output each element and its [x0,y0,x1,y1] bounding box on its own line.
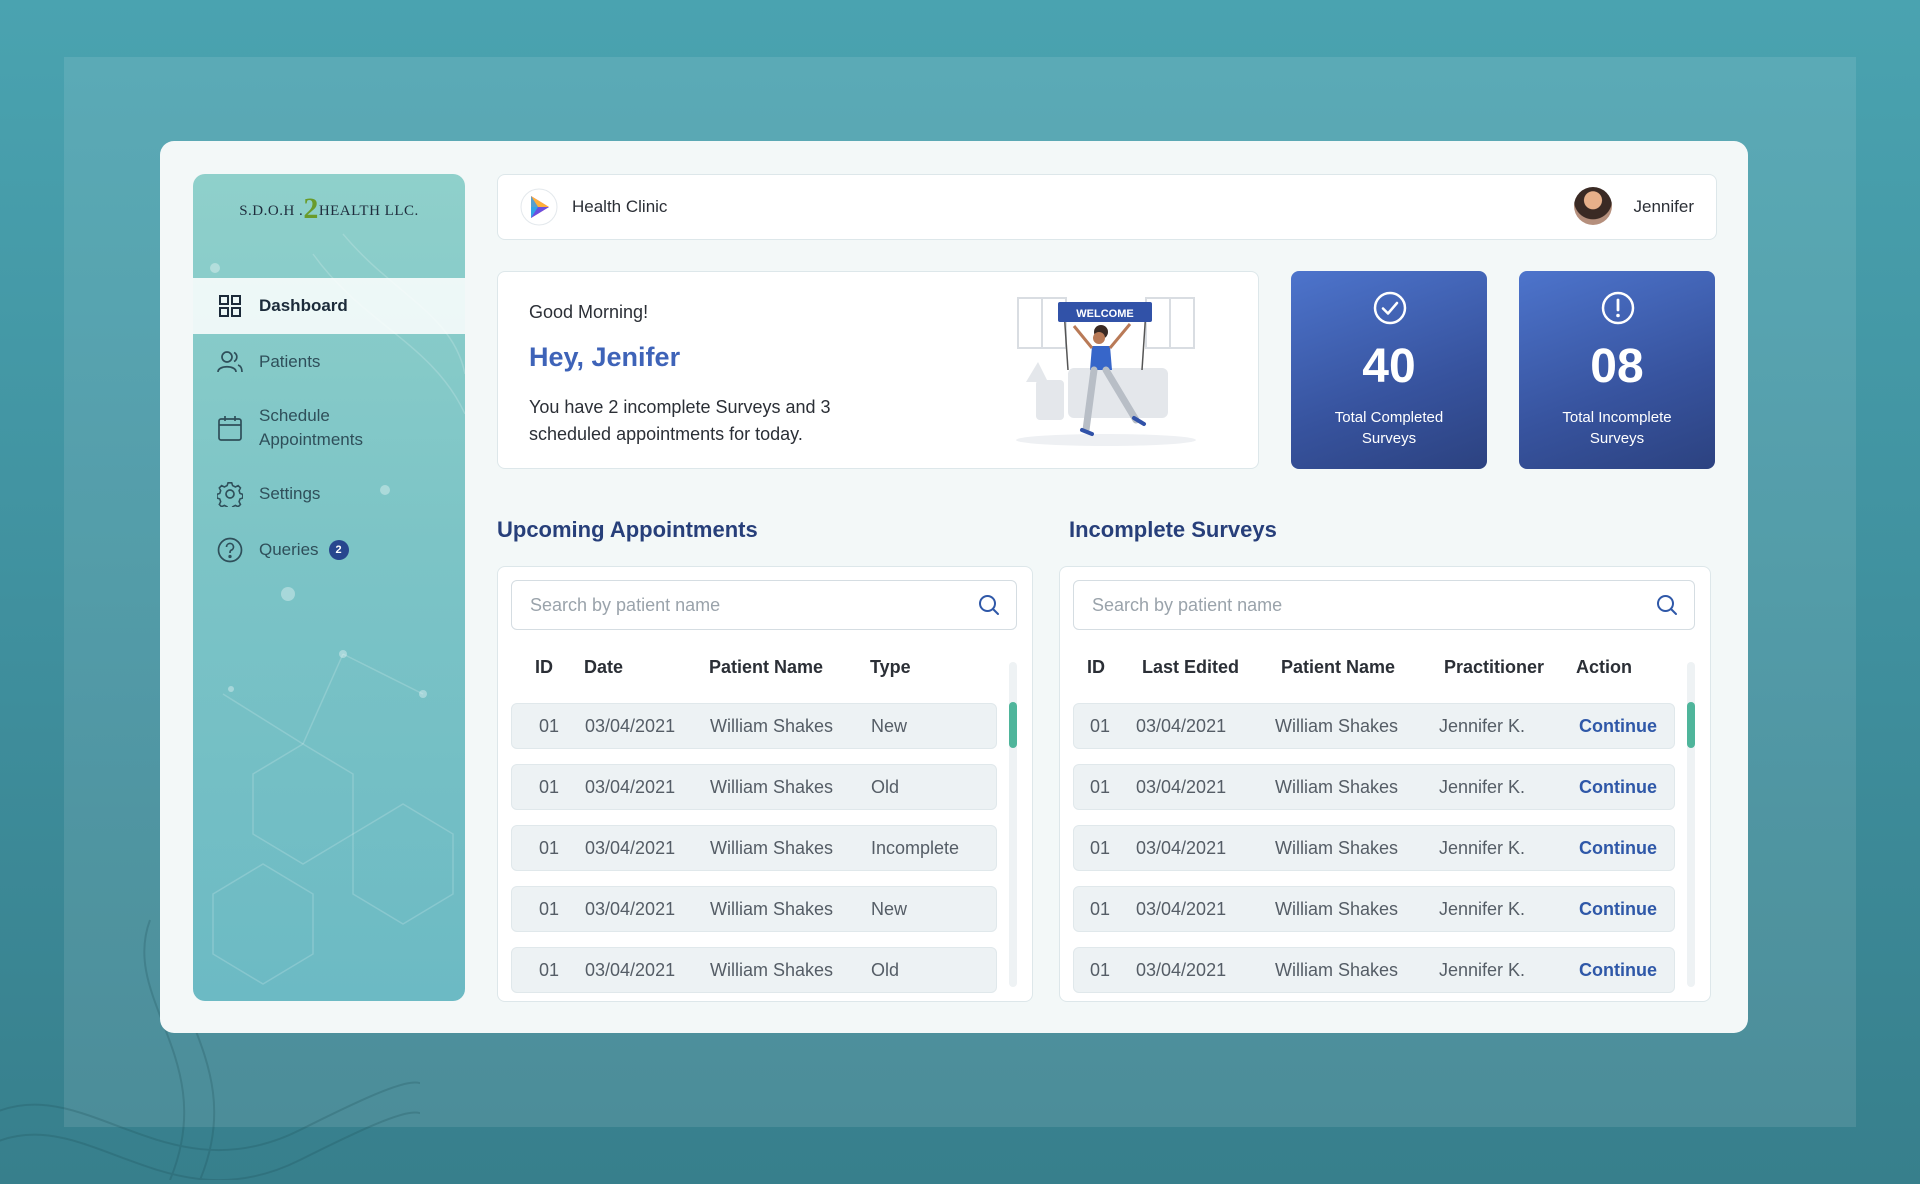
table-row[interactable]: 01 03/04/2021 William Shakes New [511,703,997,749]
table-row: 01 03/04/2021 William Shakes Jennifer K.… [1073,703,1675,749]
scrollbar-thumb[interactable] [1687,702,1695,748]
column-header-patient-name: Patient Name [709,657,824,677]
sidebar-item-label: Schedule Appointments [259,406,363,449]
appointments-scrollbar[interactable] [1009,662,1017,987]
appointments-panel: ID Date Patient Name Type 01 03/04/2021 … [497,566,1033,1002]
column-header-id: ID [535,657,553,677]
table-row[interactable]: 01 03/04/2021 William Shakes Old [511,947,997,993]
check-circle-icon [1373,291,1407,325]
alert-circle-icon [1601,291,1635,325]
queries-count-badge: 2 [328,540,349,560]
sidebar-nav: Dashboard Patients Schedule Appointments… [193,278,465,578]
welcome-message: You have 2 incomplete Surveys and 3 sche… [529,397,831,444]
sidebar-item-dashboard[interactable]: Dashboard [193,278,465,334]
surveys-scrollbar[interactable] [1687,662,1695,987]
user-avatar[interactable] [1574,187,1612,225]
column-header-practitioner: Practitioner [1444,657,1545,677]
continue-button[interactable]: Continue [1579,960,1657,981]
table-row[interactable]: 01 03/04/2021 William Shakes Old [511,764,997,810]
welcome-headline: Hey, Jenifer [529,342,681,372]
appointments-search[interactable] [511,580,1017,630]
column-header-last-edited: Last Edited [1142,657,1240,677]
question-circle-icon [217,537,243,563]
incomplete-surveys-label: Total Incomplete Surveys [1562,409,1672,447]
column-header-id: ID [1087,657,1105,677]
continue-button[interactable]: Continue [1579,899,1657,920]
greeting-text: Good Morning! [529,302,649,322]
gear-icon [217,481,243,507]
table-row: 01 03/04/2021 William Shakes Jennifer K.… [1073,947,1675,993]
sidebar-item-label: Patients [259,352,321,371]
table-row: 01 03/04/2021 William Shakes Jennifer K.… [1073,886,1675,932]
surveys-search-input[interactable] [1090,581,1654,629]
dashboard-grid-icon [217,293,243,319]
table-row: 01 03/04/2021 William Shakes Jennifer K.… [1073,764,1675,810]
completed-surveys-count: 40 [1362,340,1416,393]
clinic-name: Health Clinic [572,197,668,216]
column-header-action: Action [1576,657,1632,677]
clinic-logo-icon [520,188,558,226]
welcome-card: Good Morning! Hey, Jenifer You have 2 in… [497,271,1259,469]
continue-button[interactable]: Continue [1579,777,1657,798]
surveys-rows: 01 03/04/2021 William Shakes Jennifer K.… [1073,703,1675,1008]
search-icon[interactable] [1656,594,1678,616]
scrollbar-thumb[interactable] [1009,702,1017,748]
sidebar-item-settings[interactable]: Settings [193,466,465,522]
column-header-type: Type [870,657,911,677]
surveys-panel: ID Last Edited Patient Name Practitioner… [1059,566,1711,1002]
sidebar-item-schedule-appointments[interactable]: Schedule Appointments [193,390,465,466]
top-header: Health Clinic Jennifer [497,174,1717,240]
table-row[interactable]: 01 03/04/2021 William Shakes Incomplete [511,825,997,871]
sidebar-item-patients[interactable]: Patients [193,334,465,390]
users-icon [217,349,243,375]
dashboard-card: S.D.O.H .2HEALTH LLC. Dashboard Patients… [160,141,1748,1033]
incomplete-surveys-count: 08 [1590,340,1644,393]
search-icon[interactable] [978,594,1000,616]
user-name[interactable]: Jennifer [1634,197,1694,217]
sidebar-item-label: Settings [259,484,321,503]
appointments-search-input[interactable] [528,581,972,629]
sidebar-item-label: Queries [259,540,319,559]
company-logo[interactable]: S.D.O.H .2HEALTH LLC. [193,192,465,226]
sidebar-item-label: Dashboard [259,296,348,315]
continue-button[interactable]: Continue [1579,716,1657,737]
completed-surveys-card[interactable]: 40 Total Completed Surveys [1291,271,1487,469]
welcome-illustration: WELCOME [1006,290,1206,460]
calendar-icon [217,415,243,441]
sidebar: S.D.O.H .2HEALTH LLC. Dashboard Patients… [193,174,465,1001]
incomplete-surveys-card[interactable]: 08 Total Incomplete Surveys [1519,271,1715,469]
completed-surveys-label: Total Completed Surveys [1334,409,1444,447]
appointments-title: Upcoming Appointments [497,517,758,542]
surveys-title: Incomplete Surveys [1069,517,1277,542]
column-header-patient-name: Patient Name [1281,657,1396,677]
surveys-search[interactable] [1073,580,1695,630]
table-row: 01 03/04/2021 William Shakes Jennifer K.… [1073,825,1675,871]
appointments-rows: 01 03/04/2021 William Shakes New 01 03/0… [511,703,997,1008]
surveys-table-header: ID Last Edited Patient Name Practitioner… [1073,657,1673,681]
appointments-table-header: ID Date Patient Name Type [511,657,995,681]
svg-text:WELCOME: WELCOME [1076,308,1133,320]
sidebar-item-queries[interactable]: Queries 2 [193,522,465,578]
table-row[interactable]: 01 03/04/2021 William Shakes New [511,886,997,932]
column-header-date: Date [584,657,624,677]
continue-button[interactable]: Continue [1579,838,1657,859]
